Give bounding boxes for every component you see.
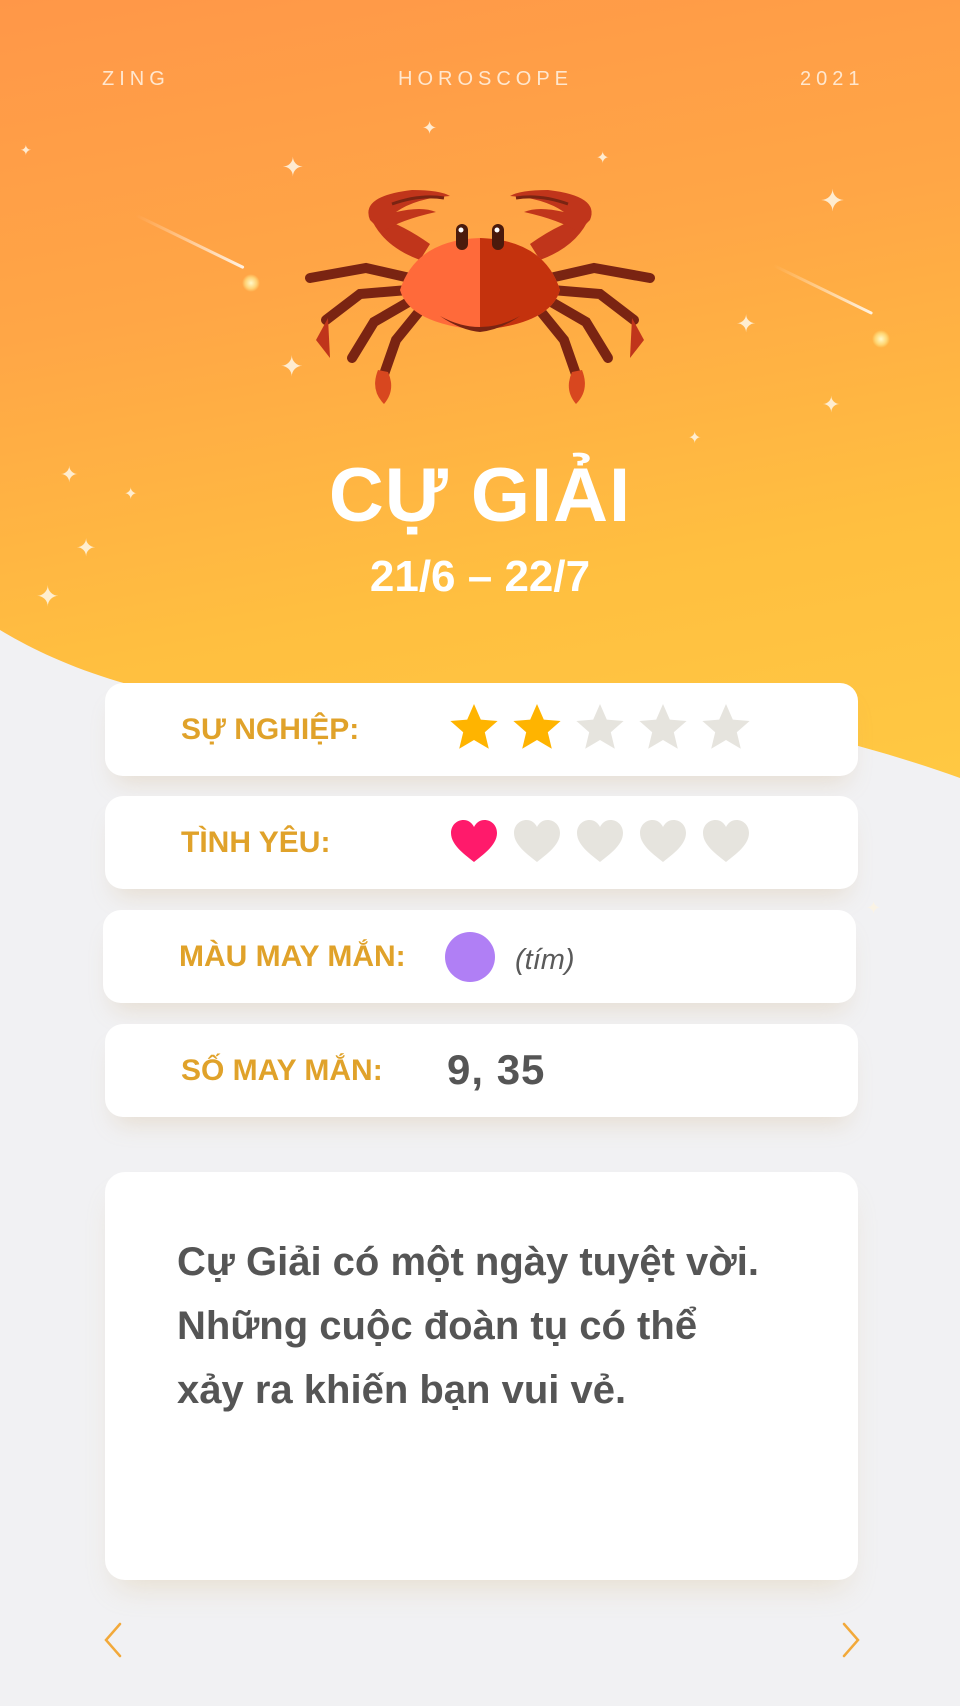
top-bar: ZING HOROSCOPE 2021 [0, 68, 960, 98]
heart-icon-empty [703, 820, 749, 862]
heart-icon-empty [514, 820, 560, 862]
lucky-color-swatch [445, 932, 495, 982]
chevron-right-icon[interactable] [836, 1620, 866, 1660]
lucky-number-card: SỐ MAY MẮN: 9, 35 [105, 1024, 858, 1117]
brand-label: ZING [102, 68, 170, 90]
description-line: xảy ra khiến bạn vui vẻ. [177, 1368, 627, 1412]
star-icon-filled [450, 704, 498, 749]
love-card: TÌNH YÊU: [105, 796, 858, 889]
career-card: SỰ NGHIỆP: [105, 683, 858, 776]
heart-icon-empty [640, 820, 686, 862]
section-label: HOROSCOPE [398, 68, 574, 90]
career-rating [447, 701, 753, 757]
career-label: SỰ NGHIỆP: [181, 713, 360, 746]
lucky-number-label: SỐ MAY MẮN: [181, 1054, 383, 1087]
star-icon-filled [513, 704, 561, 749]
sign-name: CỰ GIẢI [328, 453, 632, 538]
description-card: Cự Giải có một ngày tuyệt vời. Những cuộ… [105, 1172, 858, 1580]
heart-icon-empty [577, 820, 623, 862]
lucky-number-value: 9, 35 [447, 1046, 546, 1093]
love-label: TÌNH YÊU: [181, 826, 331, 859]
description-line: Cự Giải có một ngày tuyệt vời. [177, 1240, 759, 1284]
sign-dates: 21/6 – 22/7 [369, 552, 591, 601]
year-label: 2021 [800, 68, 865, 90]
lucky-color-card: MÀU MAY MẮN: (tím) [103, 910, 856, 1003]
crab-icon [305, 190, 655, 404]
star-icon-empty [702, 704, 750, 749]
description-line: Những cuộc đoàn tụ có thể [177, 1304, 698, 1348]
heart-icon-filled [451, 820, 497, 862]
love-rating [447, 814, 753, 870]
description-text: Cự Giải có một ngày tuyệt vời. Những cuộ… [177, 1230, 817, 1422]
star-icon-empty [576, 704, 624, 749]
lucky-color-name: (tím) [515, 944, 575, 976]
chevron-left-icon[interactable] [98, 1620, 128, 1660]
lucky-color-label: MÀU MAY MẮN: [179, 940, 406, 973]
star-icon-empty [639, 704, 687, 749]
